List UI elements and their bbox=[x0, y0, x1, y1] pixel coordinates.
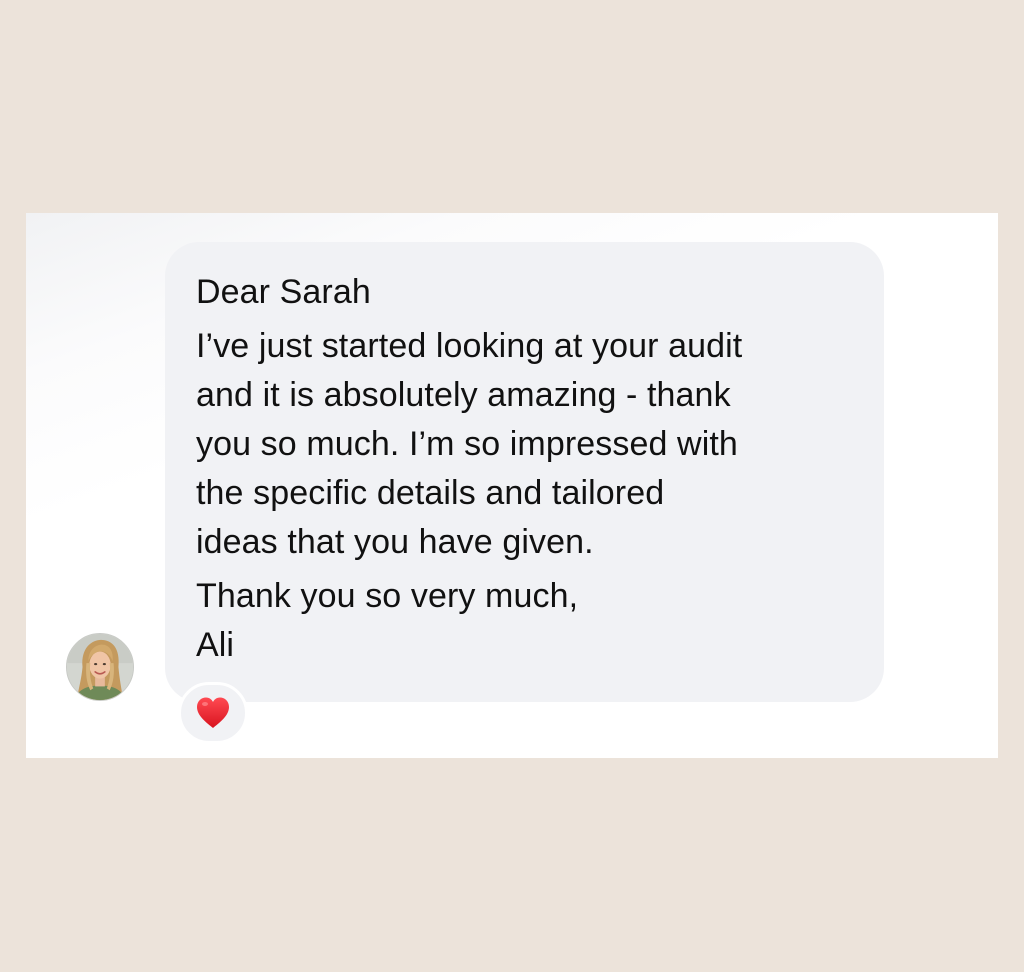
message-body-line: the specific details and tailored bbox=[196, 474, 665, 512]
message-body-line: and it is absolutely amazing - thank bbox=[196, 376, 731, 414]
message-body-line: you so much. I’m so impressed with bbox=[196, 425, 738, 463]
user-photo-avatar-icon bbox=[67, 634, 133, 700]
red-heart-icon bbox=[197, 697, 229, 728]
message-body-line: I’ve just started looking at your audit bbox=[196, 327, 743, 365]
chat-panel: Dear Sarah I’ve just started looking at … bbox=[26, 213, 998, 758]
heart-reaction[interactable] bbox=[178, 682, 248, 744]
sender-avatar[interactable] bbox=[66, 633, 134, 701]
message-body-line: ideas that you have given. bbox=[196, 523, 594, 561]
message-closing: Thank you so very much, bbox=[196, 577, 579, 615]
message-signature: Ali bbox=[196, 626, 235, 664]
message-greeting: Dear Sarah bbox=[196, 273, 371, 311]
message-bubble[interactable]: Dear Sarah I’ve just started looking at … bbox=[165, 242, 884, 702]
